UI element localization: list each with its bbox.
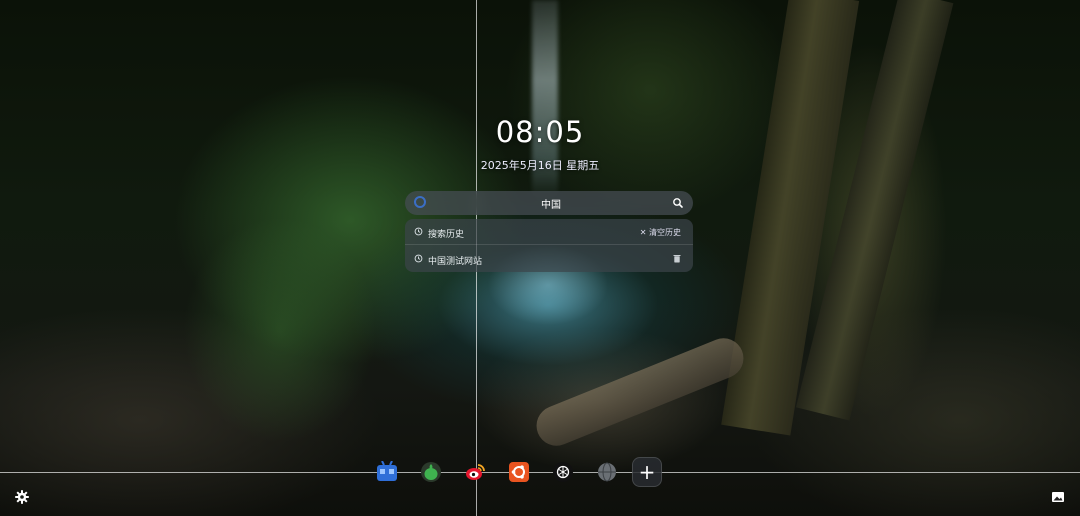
search-icon[interactable] (669, 194, 687, 212)
image-icon[interactable] (1050, 489, 1066, 505)
close-icon: ✕ (639, 228, 647, 237)
search-history-header: 搜索历史 ✕ 清空历史 (405, 219, 693, 245)
search-bar (405, 191, 693, 215)
search-history-label: 搜索历史 (428, 230, 465, 240)
bilibili-icon (377, 461, 397, 481)
search-input[interactable] (431, 193, 671, 213)
dock-app-green[interactable] (416, 457, 446, 487)
clock-time: 08:05 (495, 115, 585, 149)
clear-history-label: 清空历史 (649, 228, 681, 237)
dock-app-globe[interactable] (592, 457, 622, 487)
add-app-button[interactable]: + (632, 457, 662, 487)
dock-app-bilibili[interactable] (372, 457, 402, 487)
clear-history-button[interactable]: ✕ 清空历史 (640, 227, 681, 238)
gear-icon[interactable] (14, 489, 30, 505)
weibo-icon (466, 464, 485, 480)
ubuntu-icon (509, 462, 529, 482)
history-icon (414, 227, 423, 236)
dock-app-weibo[interactable] (460, 457, 490, 487)
history-item[interactable]: 中国测试网站 (405, 246, 693, 272)
log-wallpaper (530, 332, 750, 452)
trash-icon[interactable] (673, 254, 681, 263)
history-item-label: 中国测试网站 (428, 257, 483, 267)
dock-app-ubuntu[interactable] (504, 457, 534, 487)
dock-app-chatgpt[interactable] (548, 457, 578, 487)
search-engine-icon[interactable] (414, 196, 426, 208)
clock-icon (414, 254, 423, 263)
clock-date: 2025年5月16日 星期五 (480, 159, 600, 172)
search-dropdown: 搜索历史 ✕ 清空历史 中国测试网站 (405, 219, 693, 272)
globe-icon (598, 462, 616, 482)
chatgpt-icon (553, 462, 573, 482)
green-app-icon (421, 462, 441, 482)
horizontal-guide-line (0, 472, 1080, 473)
